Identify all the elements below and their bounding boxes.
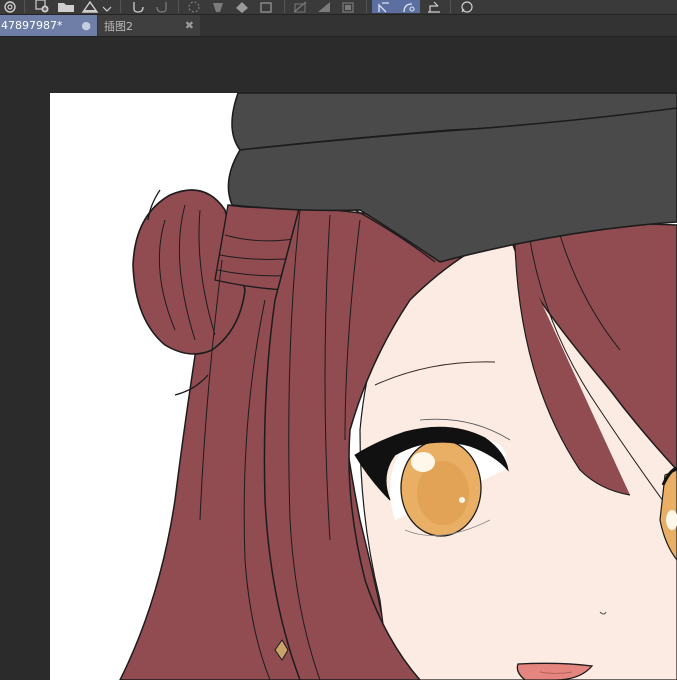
undo-icon[interactable] [128,0,148,13]
fill-icon[interactable] [232,0,252,13]
close-icon[interactable]: ✖ [185,19,194,32]
hide-selection-icon[interactable] [290,0,310,13]
modified-dot-icon[interactable]: ● [81,19,91,32]
redo-icon[interactable] [152,0,172,13]
toolbar-separator [450,0,451,13]
main-toolbar [0,0,677,15]
tab-label: 47897987* [1,19,63,32]
toolbar-separator [24,0,25,13]
snap-ruler-icon[interactable] [372,0,396,13]
toolbar-separator [120,0,121,13]
help-icon[interactable] [456,0,476,13]
dropdown-arrow-icon[interactable] [100,0,114,13]
open-folder-icon[interactable] [56,0,76,13]
snap-grid-icon[interactable] [424,0,444,13]
transform-icon[interactable] [256,0,276,13]
cut-icon[interactable] [314,0,334,13]
toolbar-separator [366,0,367,13]
canvas-workspace[interactable] [0,37,677,680]
tab-document-illustration2[interactable]: 插图2 ✖ [98,15,200,36]
loading-icon[interactable] [184,0,204,13]
save-icon[interactable] [80,0,100,13]
tab-document-47897987[interactable]: 47897987* ● [0,15,97,36]
clear-icon[interactable] [208,0,228,13]
tab-label: 插图2 [104,19,133,33]
toolbar-separator [178,0,179,13]
snap-special-ruler-icon[interactable] [396,0,420,13]
copy-icon[interactable] [338,0,358,13]
new-file-icon[interactable] [32,0,52,13]
toolbar-separator [284,0,285,13]
canvas-icon[interactable] [0,0,20,13]
document-tab-bar: 47897987* ● 插图2 ✖ [0,15,677,37]
illustration-canvas[interactable] [0,37,677,680]
